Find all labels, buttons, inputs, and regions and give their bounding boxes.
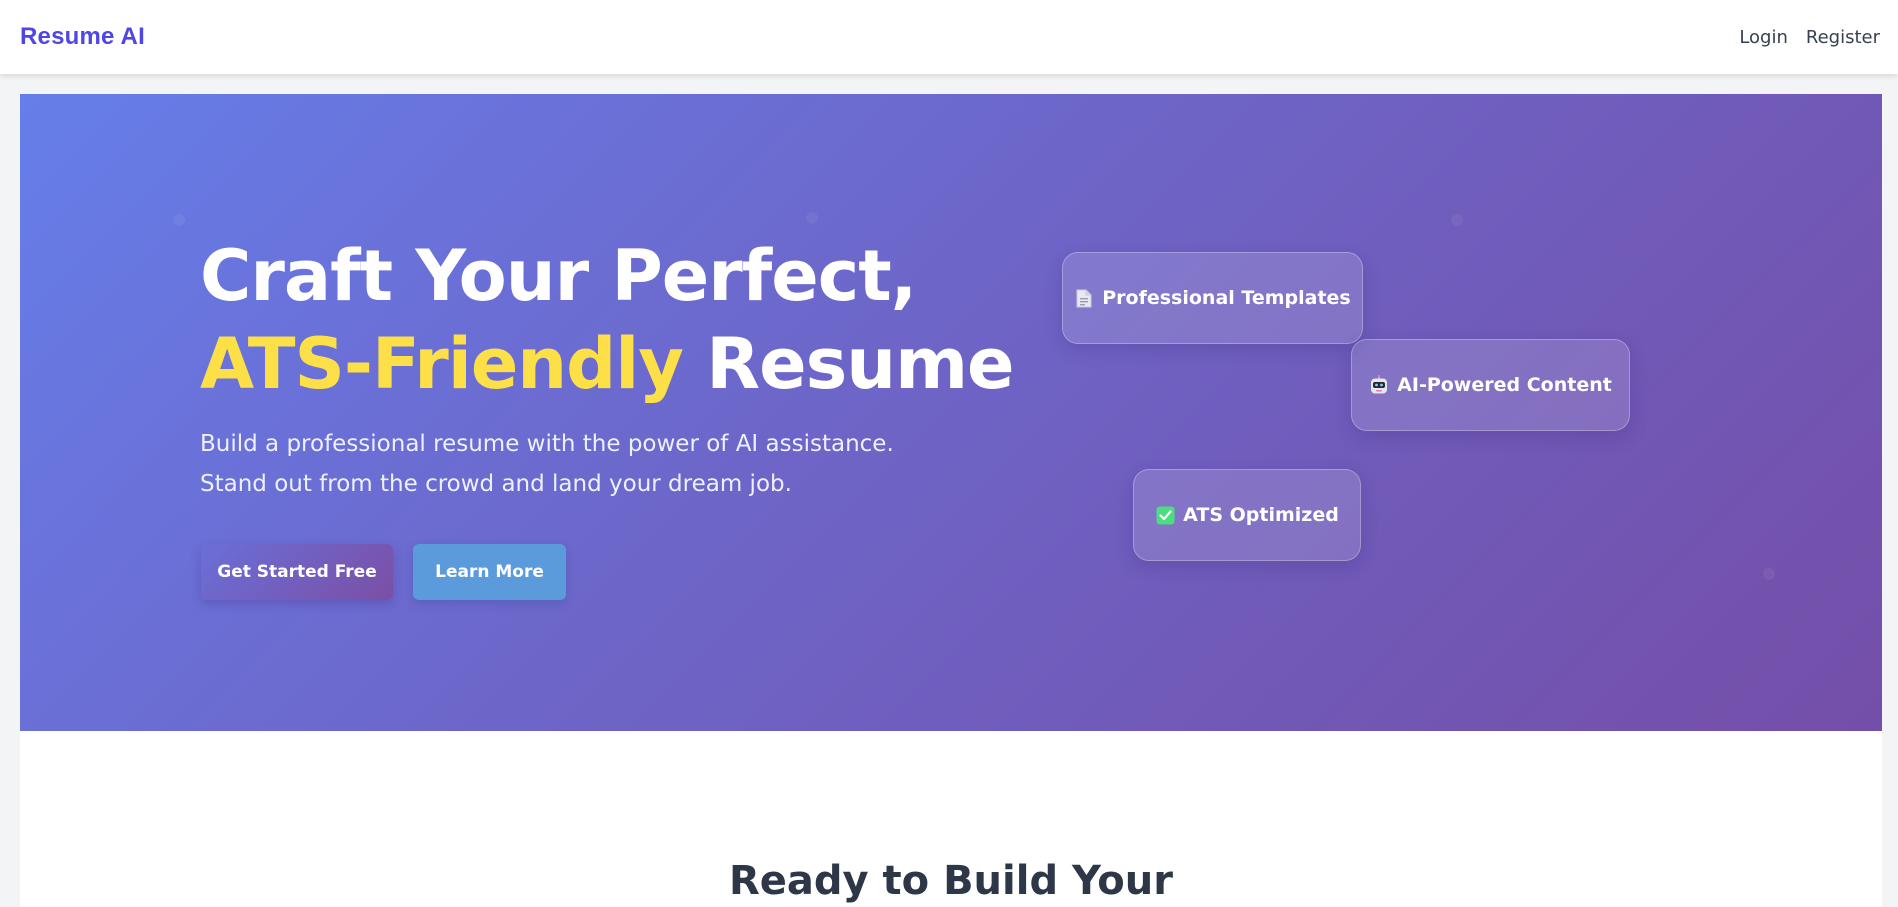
decorative-dot [806, 212, 818, 224]
navbar: Resume AI Login Register [0, 0, 1898, 74]
learn-more-button[interactable]: Learn More [413, 544, 566, 600]
brand-logo[interactable]: Resume AI [20, 23, 145, 51]
feature-card-templates: Professional Templates [1062, 252, 1363, 344]
robot-icon [1369, 375, 1389, 395]
main-content: Craft Your Perfect, ATS-Friendly Resume … [20, 94, 1882, 907]
decorative-dot [1763, 568, 1775, 580]
hero-subtitle-line2: Stand out from the crowd and land your d… [200, 471, 792, 497]
hero-title: Craft Your Perfect, ATS-Friendly Resume [200, 232, 1020, 408]
register-link[interactable]: Register [1806, 27, 1880, 48]
feature-label-templates: Professional Templates [1102, 287, 1351, 309]
feature-card-ats: ATS Optimized [1133, 469, 1361, 561]
hero-subtitle-line1: Build a professional resume with the pow… [200, 431, 894, 457]
document-icon [1074, 288, 1094, 308]
feature-label-ats: ATS Optimized [1183, 504, 1339, 526]
decorative-dot [173, 214, 185, 226]
decorative-dot [1451, 214, 1463, 226]
hero-section: Craft Your Perfect, ATS-Friendly Resume … [20, 94, 1882, 731]
get-started-button[interactable]: Get Started Free [201, 544, 393, 600]
checkmark-icon [1155, 505, 1175, 525]
hero-title-rest: Resume [706, 323, 1014, 405]
login-link[interactable]: Login [1739, 27, 1788, 48]
feature-label-ai: AI-Powered Content [1397, 374, 1612, 396]
hero-title-highlight: ATS-Friendly [200, 323, 684, 405]
cta-heading: Ready to Build Your [728, 858, 1173, 904]
hero-subtitle: Build a professional resume with the pow… [200, 424, 960, 504]
nav-links: Login Register [1739, 27, 1880, 48]
feature-card-ai: AI-Powered Content [1351, 339, 1630, 431]
hero-title-line1: Craft Your Perfect, [200, 235, 917, 317]
